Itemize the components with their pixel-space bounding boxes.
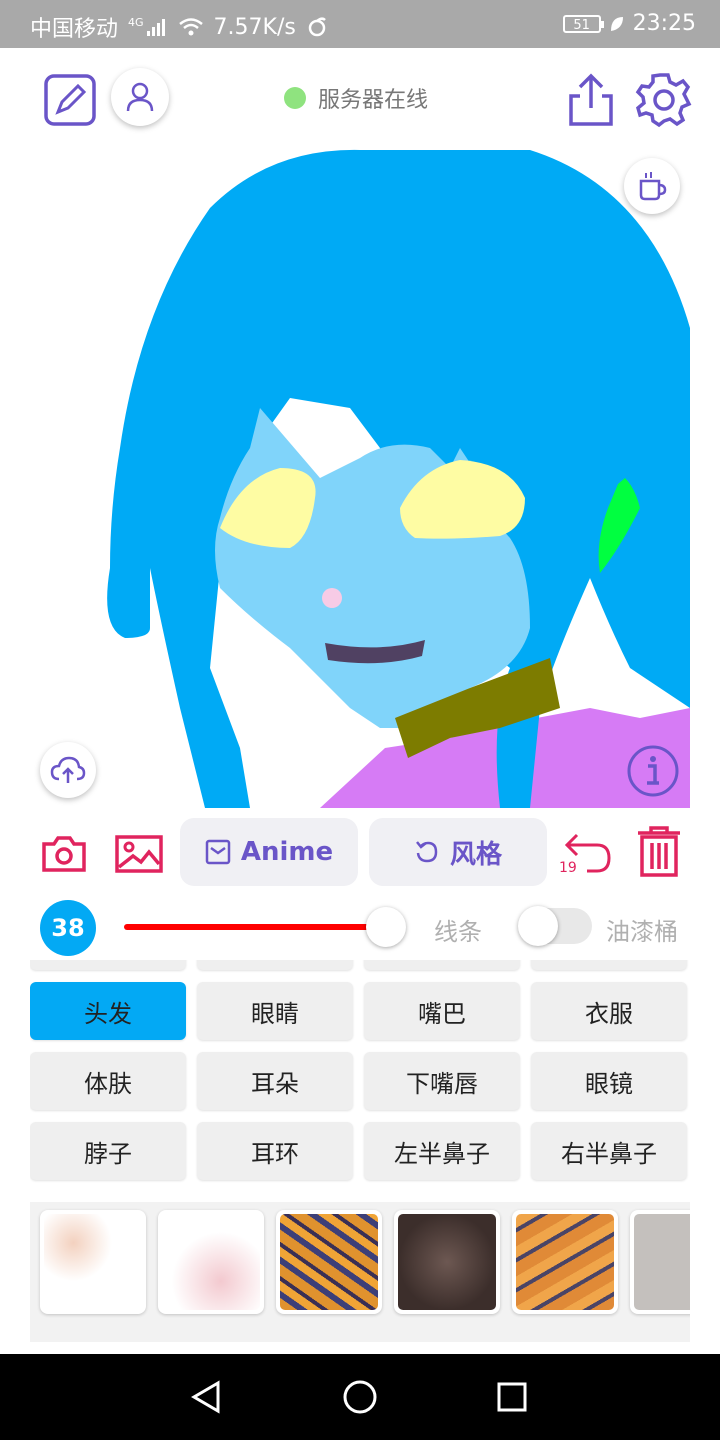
brush-controls: 38 线条 油漆桶 <box>0 898 720 958</box>
drawing-canvas[interactable] <box>30 148 690 808</box>
image-icon <box>115 835 163 873</box>
part-glasses[interactable]: 眼镜 <box>531 1052 687 1110</box>
carrier-label: 中国移动 <box>30 17 119 42</box>
part-hair[interactable]: 头发 <box>30 982 186 1040</box>
parts-row-partial <box>531 960 687 970</box>
lines-mode-label: 线条 <box>434 918 482 946</box>
part-skin[interactable]: 体肤 <box>30 1052 186 1110</box>
part-clothes[interactable]: 衣服 <box>531 982 687 1040</box>
recents-icon[interactable] <box>496 1381 528 1413</box>
drawing-artwork <box>107 149 690 808</box>
parts-row-partial <box>30 960 186 970</box>
status-bar: 中国移动 4G 7.57K/s 51 23:25 <box>0 0 720 48</box>
clock: 23:25 <box>632 11 696 36</box>
tool-bar: Anime 风格 19 <box>0 810 720 900</box>
rotate-icon <box>416 841 438 863</box>
parts-row-partial <box>197 960 353 970</box>
texture-swatch[interactable] <box>158 1210 264 1314</box>
signal-icon <box>146 19 165 36</box>
server-status-label: 服务器在线 <box>318 88 429 113</box>
camera-icon <box>42 836 86 872</box>
server-status-dot <box>284 87 306 109</box>
settings-icon <box>635 73 692 128</box>
coffee-icon <box>639 172 667 201</box>
battery-level: 51 <box>573 17 590 33</box>
navigation-bar <box>0 1354 720 1440</box>
home-icon[interactable] <box>342 1379 378 1415</box>
brush-size-value: 38 <box>51 914 85 942</box>
sketch-edit-button[interactable] <box>40 70 100 130</box>
texture-swatch[interactable] <box>630 1210 690 1314</box>
brush-size-slider[interactable] <box>124 924 386 930</box>
share-button[interactable] <box>564 70 618 130</box>
share-icon <box>569 73 613 126</box>
anime-label: Anime <box>240 837 334 867</box>
texture-swatch[interactable] <box>276 1210 382 1314</box>
trash-icon <box>638 826 680 877</box>
part-eyes[interactable]: 眼睛 <box>197 982 353 1040</box>
coffee-button[interactable] <box>624 158 680 214</box>
style-label: 风格 <box>449 839 502 870</box>
part-lower-lip[interactable]: 下嘴唇 <box>364 1052 520 1110</box>
info-button[interactable] <box>626 744 680 798</box>
sketch-edit-icon <box>44 74 96 126</box>
camera-button[interactable] <box>40 830 88 878</box>
nose-region <box>322 588 342 608</box>
brush-size-badge: 38 <box>40 900 96 956</box>
part-neck[interactable]: 脖子 <box>30 1122 186 1180</box>
settings-button[interactable] <box>634 70 694 130</box>
network-type: 4G <box>128 15 144 29</box>
top-bar: 服务器在线 <box>0 48 720 148</box>
part-mouth[interactable]: 嘴巴 <box>364 982 520 1040</box>
texture-swatch[interactable] <box>394 1210 500 1314</box>
part-left-nose[interactable]: 左半鼻子 <box>364 1122 520 1180</box>
server-status: 服务器在线 <box>284 82 428 114</box>
back-icon[interactable] <box>190 1380 222 1414</box>
part-earrings[interactable]: 耳环 <box>197 1122 353 1180</box>
texture-swatch[interactable] <box>40 1210 146 1314</box>
bucket-toggle-thumb[interactable] <box>518 906 558 946</box>
notification-swirl-icon <box>308 17 326 37</box>
texture-swatch[interactable] <box>512 1210 618 1314</box>
delete-button[interactable] <box>634 824 684 880</box>
style-button[interactable]: 风格 <box>369 818 547 886</box>
wifi-icon <box>178 18 203 36</box>
profile-button[interactable] <box>111 68 169 126</box>
gallery-button[interactable] <box>114 830 164 878</box>
battery-icon: 51 <box>562 14 604 33</box>
cloud-upload-icon <box>50 756 86 783</box>
network-speed: 7.57K/s <box>213 14 296 40</box>
user-icon <box>126 82 154 112</box>
leaf-icon <box>610 16 623 31</box>
brush-size-slider-thumb[interactable] <box>366 907 406 947</box>
anime-button[interactable]: Anime <box>180 818 358 886</box>
cloud-upload-button[interactable] <box>40 742 96 798</box>
part-right-nose[interactable]: 右半鼻子 <box>531 1122 687 1180</box>
bucket-mode-label: 油漆桶 <box>606 918 678 946</box>
checkbox-mail-icon <box>205 839 231 865</box>
parts-row-partial <box>364 960 520 970</box>
texture-strip[interactable] <box>30 1202 690 1342</box>
undo-count: 19 <box>559 860 577 876</box>
parts-grid: 头发 眼睛 嘴巴 衣服 体肤 耳朵 下嘴唇 眼镜 脖子 耳环 左半鼻子 右半鼻子 <box>30 960 690 1190</box>
part-ears[interactable]: 耳朵 <box>197 1052 353 1110</box>
info-icon <box>627 745 679 797</box>
